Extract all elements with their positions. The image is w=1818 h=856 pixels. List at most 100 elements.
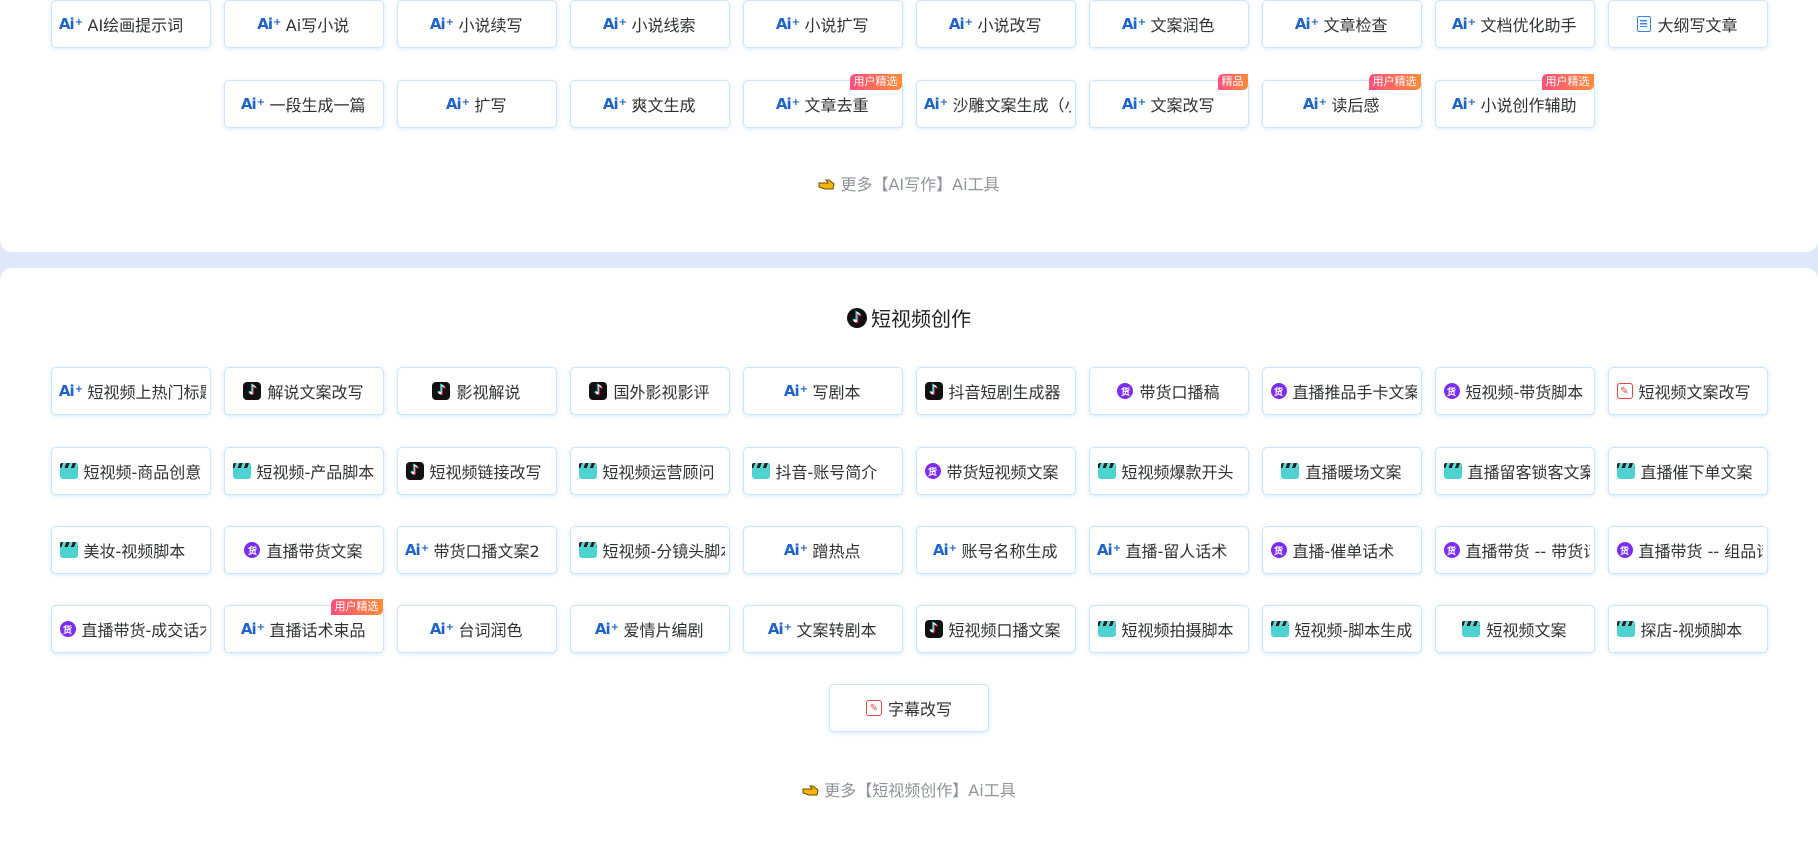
tool-button[interactable]: Ai + 一段生成一篇 bbox=[223, 80, 384, 128]
tool-button[interactable]: 直播暖场文案 bbox=[1261, 447, 1422, 495]
tool-button[interactable]: Ai + 读后感 用户精选 bbox=[1261, 74, 1422, 128]
tool-button[interactable]: 短视频-商品创意 bbox=[50, 447, 211, 495]
tool-button[interactable]: Ai + 小说改写 bbox=[915, 0, 1076, 48]
tool-button[interactable]: Ai + 账号名称生成 bbox=[915, 526, 1076, 574]
tool-button[interactable]: Ai + 小说创作辅助 用户精选 bbox=[1434, 74, 1595, 128]
tool-button[interactable]: 短视频爆款开头 bbox=[1088, 447, 1249, 495]
tool-label: 带货短视频文案 bbox=[946, 463, 1059, 482]
tool-label: 写剧本 bbox=[812, 383, 861, 402]
clapper-icon bbox=[751, 463, 770, 479]
tool-label: 国外影视影评 bbox=[613, 383, 710, 402]
tool-button[interactable]: 短视频-分镜头脚本 bbox=[569, 526, 730, 574]
tool-button[interactable]: 货直播-催单话术 bbox=[1261, 526, 1422, 574]
tiktok-icon: ♪ bbox=[432, 382, 451, 400]
tool-label: 小说创作辅助 bbox=[1480, 96, 1577, 115]
tool-button[interactable]: 短视频-产品脚本 bbox=[223, 447, 384, 495]
tool-label: 短视频口播文案 bbox=[948, 621, 1061, 640]
tool-label: 短视频-产品脚本 bbox=[256, 463, 375, 482]
tool-button[interactable]: 短视频-脚本生成 bbox=[1261, 605, 1422, 653]
tool-button[interactable]: Ai + 爽文生成 bbox=[569, 80, 730, 128]
tool-label: 直播-催单话术 bbox=[1292, 542, 1395, 561]
tool-button[interactable]: Ai + 蹭热点 bbox=[742, 526, 903, 574]
tool-button[interactable]: 短视频运营顾问 bbox=[569, 447, 730, 495]
tool-button[interactable]: Ai + 直播-留人话术 bbox=[1088, 526, 1249, 574]
tool-row: ✎ 字幕改写 bbox=[0, 684, 1818, 732]
tool-button[interactable]: 直播催下单文案 bbox=[1607, 447, 1768, 495]
tool-button[interactable]: 短视频拍摄脚本 bbox=[1088, 605, 1249, 653]
tool-label: 短视频文案改写 bbox=[1638, 383, 1751, 402]
edit-icon: ✎ bbox=[1616, 383, 1633, 399]
tool-label: 影视解说 bbox=[456, 383, 521, 402]
tool-button[interactable]: Ai + 小说续写 bbox=[396, 0, 557, 48]
tool-button[interactable]: Ai + 文章检查 bbox=[1261, 0, 1422, 48]
tool-button[interactable]: ✎ 短视频文案改写 bbox=[1607, 367, 1768, 415]
tool-button[interactable]: 探店-视频脚本 bbox=[1607, 605, 1768, 653]
tool-button[interactable]: ♪ 短视频口播文案 bbox=[915, 605, 1076, 653]
tool-button[interactable]: Ai + 小说扩写 bbox=[742, 0, 903, 48]
tool-button[interactable]: Ai + 文档优化助手 bbox=[1434, 0, 1595, 48]
tool-button[interactable]: 抖音-账号简介 bbox=[742, 447, 903, 495]
tool-button[interactable]: ♪ 国外影视影评 bbox=[569, 367, 730, 415]
tool-button[interactable]: Ai + Ai写小说 bbox=[223, 0, 384, 48]
ai-icon: Ai + bbox=[602, 15, 627, 33]
more-ai-writing-link[interactable]: 更多【AI写作】Ai工具 bbox=[0, 171, 1818, 195]
tool-button[interactable]: 货直播带货-成交话术 bbox=[50, 605, 211, 653]
tool-button[interactable]: Ai + 扩写 bbox=[396, 80, 557, 128]
ai-writing-panel: Ai + AI绘画提示词 Ai + Ai写小说 Ai + 小说续写 Ai + 小说线索 Ai + 小说扩写 A… bbox=[0, 0, 1818, 252]
tool-button[interactable]: 货直播带货 -- 带货话术 bbox=[1434, 526, 1595, 574]
tool-button[interactable]: 短视频文案 bbox=[1434, 605, 1595, 653]
section-title-text: 短视频创作 bbox=[871, 307, 971, 331]
tool-button[interactable]: 货直播带货 -- 组品话术 bbox=[1607, 526, 1768, 574]
tool-button[interactable]: Ai + 文章去重 用户精选 bbox=[742, 74, 903, 128]
tool-label: 直播催下单文案 bbox=[1640, 463, 1753, 482]
clapper-icon bbox=[1097, 463, 1116, 479]
tool-label: 直播话术束品 bbox=[269, 621, 366, 640]
tool-label: 直播留客锁客文案 bbox=[1467, 463, 1590, 482]
tool-label: AI绘画提示词 bbox=[87, 16, 184, 35]
tool-label: 文章检查 bbox=[1323, 16, 1388, 35]
tool-button[interactable]: ♪ 影视解说 bbox=[396, 367, 557, 415]
ai-icon: Ai + bbox=[1294, 15, 1319, 33]
featured-badge: 用户精选 bbox=[849, 74, 902, 90]
tool-button[interactable]: ♪ 解说文案改写 bbox=[223, 367, 384, 415]
tool-button[interactable]: Ai + AI绘画提示词 bbox=[50, 0, 211, 48]
tool-button[interactable]: Ai + 写剧本 bbox=[742, 367, 903, 415]
tool-button[interactable]: Ai + 台词润色 bbox=[396, 605, 557, 653]
tool-button[interactable]: 美妆-视频脚本 bbox=[50, 526, 211, 574]
tool-button[interactable]: Ai + 沙雕文案生成（小 bbox=[915, 80, 1076, 128]
ai-icon: Ai + bbox=[1096, 541, 1121, 559]
ai-icon: Ai + bbox=[429, 15, 454, 33]
more-short-video-link[interactable]: 更多【短视频创作】Ai工具 bbox=[0, 777, 1818, 801]
ai-icon: Ai + bbox=[1121, 95, 1146, 113]
tool-row: 短视频-商品创意 短视频-产品脚本 ♪ 短视频链接改写 短视频运营顾问 抖音-账号简介 货带… bbox=[0, 447, 1818, 495]
tool-button[interactable]: ✎ 字幕改写 bbox=[829, 684, 989, 732]
tool-button[interactable]: Ai + 爱情片编剧 bbox=[569, 605, 730, 653]
tool-label: 直播推品手卡文案 bbox=[1292, 383, 1417, 402]
tool-button[interactable]: 货带货短视频文案 bbox=[915, 447, 1076, 495]
tool-button[interactable]: 货直播带货文案 bbox=[223, 526, 384, 574]
tool-button[interactable]: Ai + 文案润色 bbox=[1088, 0, 1249, 48]
tool-label: 短视频链接改写 bbox=[429, 463, 542, 482]
tool-button[interactable]: 货短视频-带货脚本 bbox=[1434, 367, 1595, 415]
tool-button[interactable]: 大纲写文章 bbox=[1607, 0, 1768, 48]
tool-button[interactable]: Ai + 文案转剧本 bbox=[742, 605, 903, 653]
tool-label: 直播带货-成交话术 bbox=[81, 621, 206, 640]
tool-button[interactable]: ♪ 抖音短剧生成器 bbox=[915, 367, 1076, 415]
clapper-icon bbox=[578, 463, 597, 479]
pointing-hand-icon bbox=[818, 176, 836, 190]
tool-button[interactable]: Ai + 直播话术束品 用户精选 bbox=[223, 599, 384, 653]
tool-label: 小说扩写 bbox=[804, 16, 869, 35]
tool-button[interactable]: Ai + 文案改写 精品 bbox=[1088, 74, 1249, 128]
tool-button[interactable]: 货带货口播稿 bbox=[1088, 367, 1249, 415]
tool-button[interactable]: Ai + 短视频上热门标题 bbox=[50, 367, 211, 415]
tool-button[interactable]: 货直播推品手卡文案 bbox=[1261, 367, 1422, 415]
featured-badge: 用户精选 bbox=[1541, 74, 1594, 90]
pointing-hand-icon bbox=[802, 782, 820, 796]
tool-button[interactable]: 直播留客锁客文案 bbox=[1434, 447, 1595, 495]
tool-button[interactable]: ♪ 短视频链接改写 bbox=[396, 447, 557, 495]
tool-label: 账号名称生成 bbox=[961, 542, 1058, 561]
tool-label: 字幕改写 bbox=[887, 700, 952, 719]
tool-button[interactable]: Ai + 带货口播文案2 bbox=[396, 526, 557, 574]
ai-icon: Ai + bbox=[1451, 15, 1476, 33]
tool-button[interactable]: Ai + 小说线索 bbox=[569, 0, 730, 48]
